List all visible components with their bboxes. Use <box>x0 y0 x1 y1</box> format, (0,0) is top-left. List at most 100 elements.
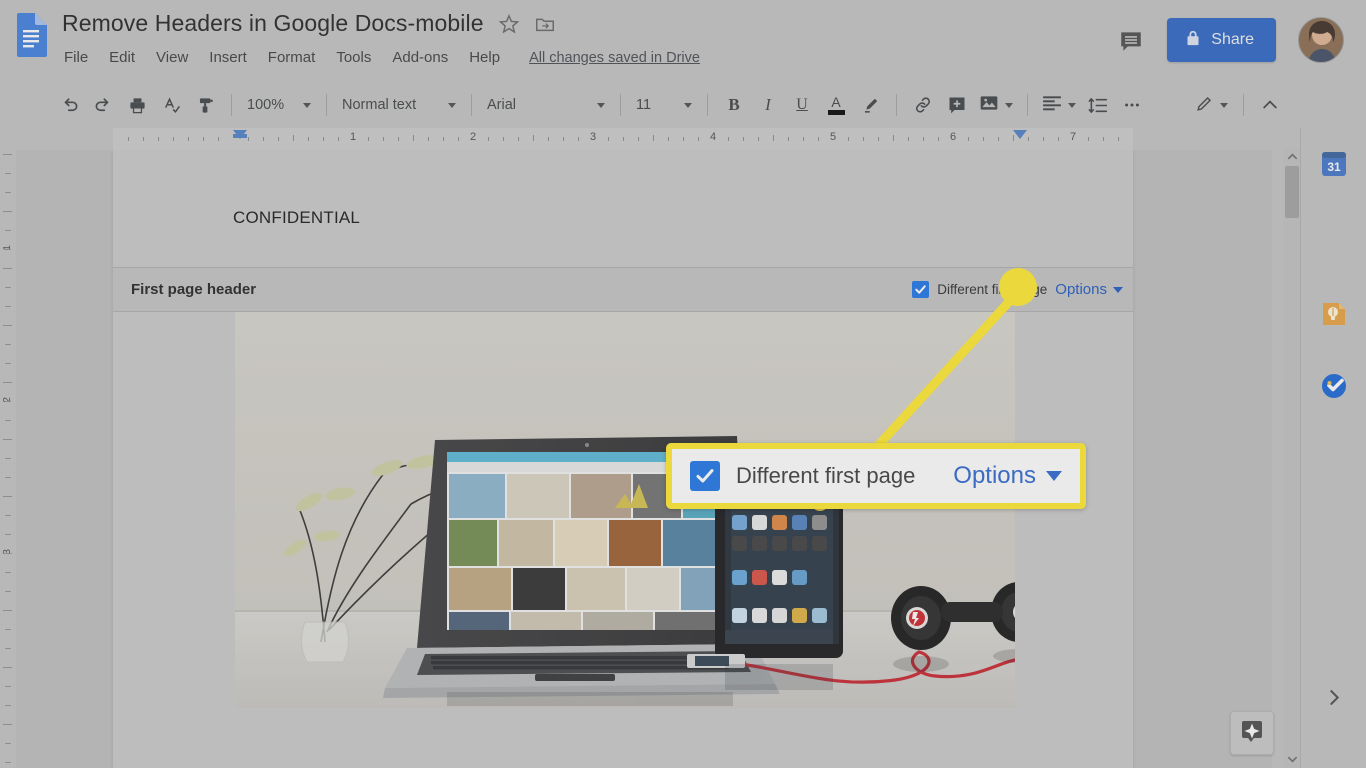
lock-icon <box>1185 29 1201 52</box>
toolbar-divider <box>896 94 897 116</box>
spellcheck-icon[interactable] <box>155 90 187 120</box>
font-size-select[interactable]: 11 <box>630 90 698 120</box>
ruler-tick <box>128 137 129 141</box>
align-button[interactable] <box>1037 90 1081 120</box>
ruler-number: 3 <box>589 131 597 143</box>
google-tasks-icon[interactable] <box>1318 370 1350 402</box>
menu-tools[interactable]: Tools <box>334 48 373 67</box>
callout-options-link[interactable]: Options <box>953 462 1062 490</box>
ruler-tick <box>518 137 519 141</box>
menu-view[interactable]: View <box>154 48 190 67</box>
ruler-tick <box>608 137 609 141</box>
explore-button[interactable] <box>1230 711 1274 755</box>
ruler-tick <box>728 137 729 141</box>
toolbar-divider <box>1243 94 1244 116</box>
account-avatar[interactable] <box>1298 17 1344 63</box>
underline-button[interactable]: U <box>786 90 818 120</box>
vertical-ruler-tick <box>5 515 11 516</box>
ruler-tick <box>848 137 849 141</box>
ruler-tick <box>638 137 639 141</box>
comment-history-icon[interactable] <box>1114 24 1148 58</box>
ruler-tick <box>698 137 699 141</box>
ruler-tick <box>488 137 489 141</box>
scroll-up-chevron-icon[interactable] <box>1284 148 1300 165</box>
document-body-text[interactable]: CONFIDENTIAL <box>233 208 360 228</box>
chevron-down-icon <box>684 102 692 108</box>
left-indent-marker[interactable] <box>233 130 247 139</box>
share-button[interactable]: Share <box>1167 18 1276 62</box>
scroll-down-chevron-icon[interactable] <box>1284 751 1300 768</box>
redo-icon[interactable] <box>87 90 119 120</box>
document-image[interactable] <box>235 312 1015 708</box>
vertical-ruler-tick <box>5 705 11 706</box>
ruler-tick <box>578 137 579 141</box>
insert-image-button[interactable] <box>974 90 1018 120</box>
menu-format[interactable]: Format <box>266 48 318 67</box>
vertical-ruler-tick <box>3 496 12 497</box>
undo-icon[interactable] <box>53 90 85 120</box>
more-options-icon[interactable] <box>1116 90 1148 120</box>
zoom-select[interactable]: 100% <box>241 90 317 120</box>
toolbar-divider <box>231 94 232 116</box>
print-icon[interactable] <box>121 90 153 120</box>
google-calendar-icon[interactable]: 31 <box>1318 148 1350 180</box>
vertical-scrollbar[interactable] <box>1284 148 1300 768</box>
highlight-pen-icon[interactable] <box>854 90 886 120</box>
ruler-tick <box>818 137 819 141</box>
google-keep-icon[interactable] <box>1318 298 1350 330</box>
callout-checkbox[interactable] <box>690 461 720 491</box>
chevron-down-icon <box>1068 102 1076 108</box>
menu-addons[interactable]: Add-ons <box>390 48 450 67</box>
vertical-ruler-tick <box>5 344 11 345</box>
move-to-folder-icon[interactable] <box>534 13 556 35</box>
ruler-number: 4 <box>709 131 717 143</box>
menu-help[interactable]: Help <box>467 48 502 67</box>
text-color-button[interactable]: A <box>820 90 852 120</box>
document-title[interactable]: Remove Headers in Google Docs-mobile <box>62 10 484 37</box>
hide-menus-chevron-up-icon[interactable] <box>1254 90 1286 120</box>
italic-button[interactable]: I <box>752 90 784 120</box>
header-section-label: First page header <box>131 281 257 298</box>
editing-mode-button[interactable] <box>1189 90 1234 120</box>
vertical-ruler-tick <box>3 610 12 611</box>
vertical-ruler[interactable]: 123 <box>0 150 16 768</box>
menu-file[interactable]: File <box>62 48 90 67</box>
different-first-page-checkbox[interactable] <box>912 281 930 298</box>
font-family-select[interactable]: Arial <box>481 90 611 120</box>
insert-link-icon[interactable] <box>907 90 939 120</box>
paragraph-style-select[interactable]: Normal text <box>336 90 462 120</box>
menu-insert[interactable]: Insert <box>207 48 249 67</box>
save-status-link[interactable]: All changes saved in Drive <box>529 50 700 66</box>
bold-button[interactable]: B <box>718 90 750 120</box>
ruler-tick <box>368 137 369 141</box>
star-icon[interactable] <box>498 13 520 35</box>
title-bar: Remove Headers in Google Docs-mobile Fil… <box>0 0 1366 82</box>
header-options-link[interactable]: Options <box>1055 281 1123 298</box>
right-indent-marker[interactable] <box>1013 130 1027 139</box>
vertical-scroll-thumb[interactable] <box>1285 166 1299 218</box>
paint-format-icon[interactable] <box>189 90 221 120</box>
add-comment-icon[interactable] <box>941 90 973 120</box>
ruler-tick <box>683 137 684 141</box>
vertical-ruler-tick <box>5 534 11 535</box>
vertical-ruler-tick <box>5 306 11 307</box>
ruler-tick <box>938 137 939 141</box>
vertical-ruler-tick <box>5 249 11 250</box>
vertical-ruler-tick <box>5 401 11 402</box>
different-first-page-label: Different first page <box>937 282 1048 297</box>
expand-sidebar-chevron-right-icon[interactable] <box>1321 684 1347 710</box>
google-docs-logo-icon[interactable] <box>14 12 48 58</box>
vertical-ruler-tick <box>5 743 11 744</box>
horizontal-ruler[interactable]: 1 2 3 4 5 6 7 <box>0 128 1300 150</box>
ruler-tick <box>878 137 879 141</box>
vertical-ruler-tick <box>3 268 12 269</box>
ruler-tick <box>503 137 504 141</box>
ruler-tick <box>173 137 174 141</box>
ruler-tick <box>1043 137 1044 141</box>
line-spacing-icon[interactable] <box>1082 90 1114 120</box>
menu-edit[interactable]: Edit <box>107 48 137 67</box>
vertical-ruler-tick <box>5 420 11 421</box>
ruler-tick <box>188 137 189 141</box>
callout-options-label: Options <box>953 462 1036 489</box>
vertical-ruler-tick <box>5 173 11 174</box>
